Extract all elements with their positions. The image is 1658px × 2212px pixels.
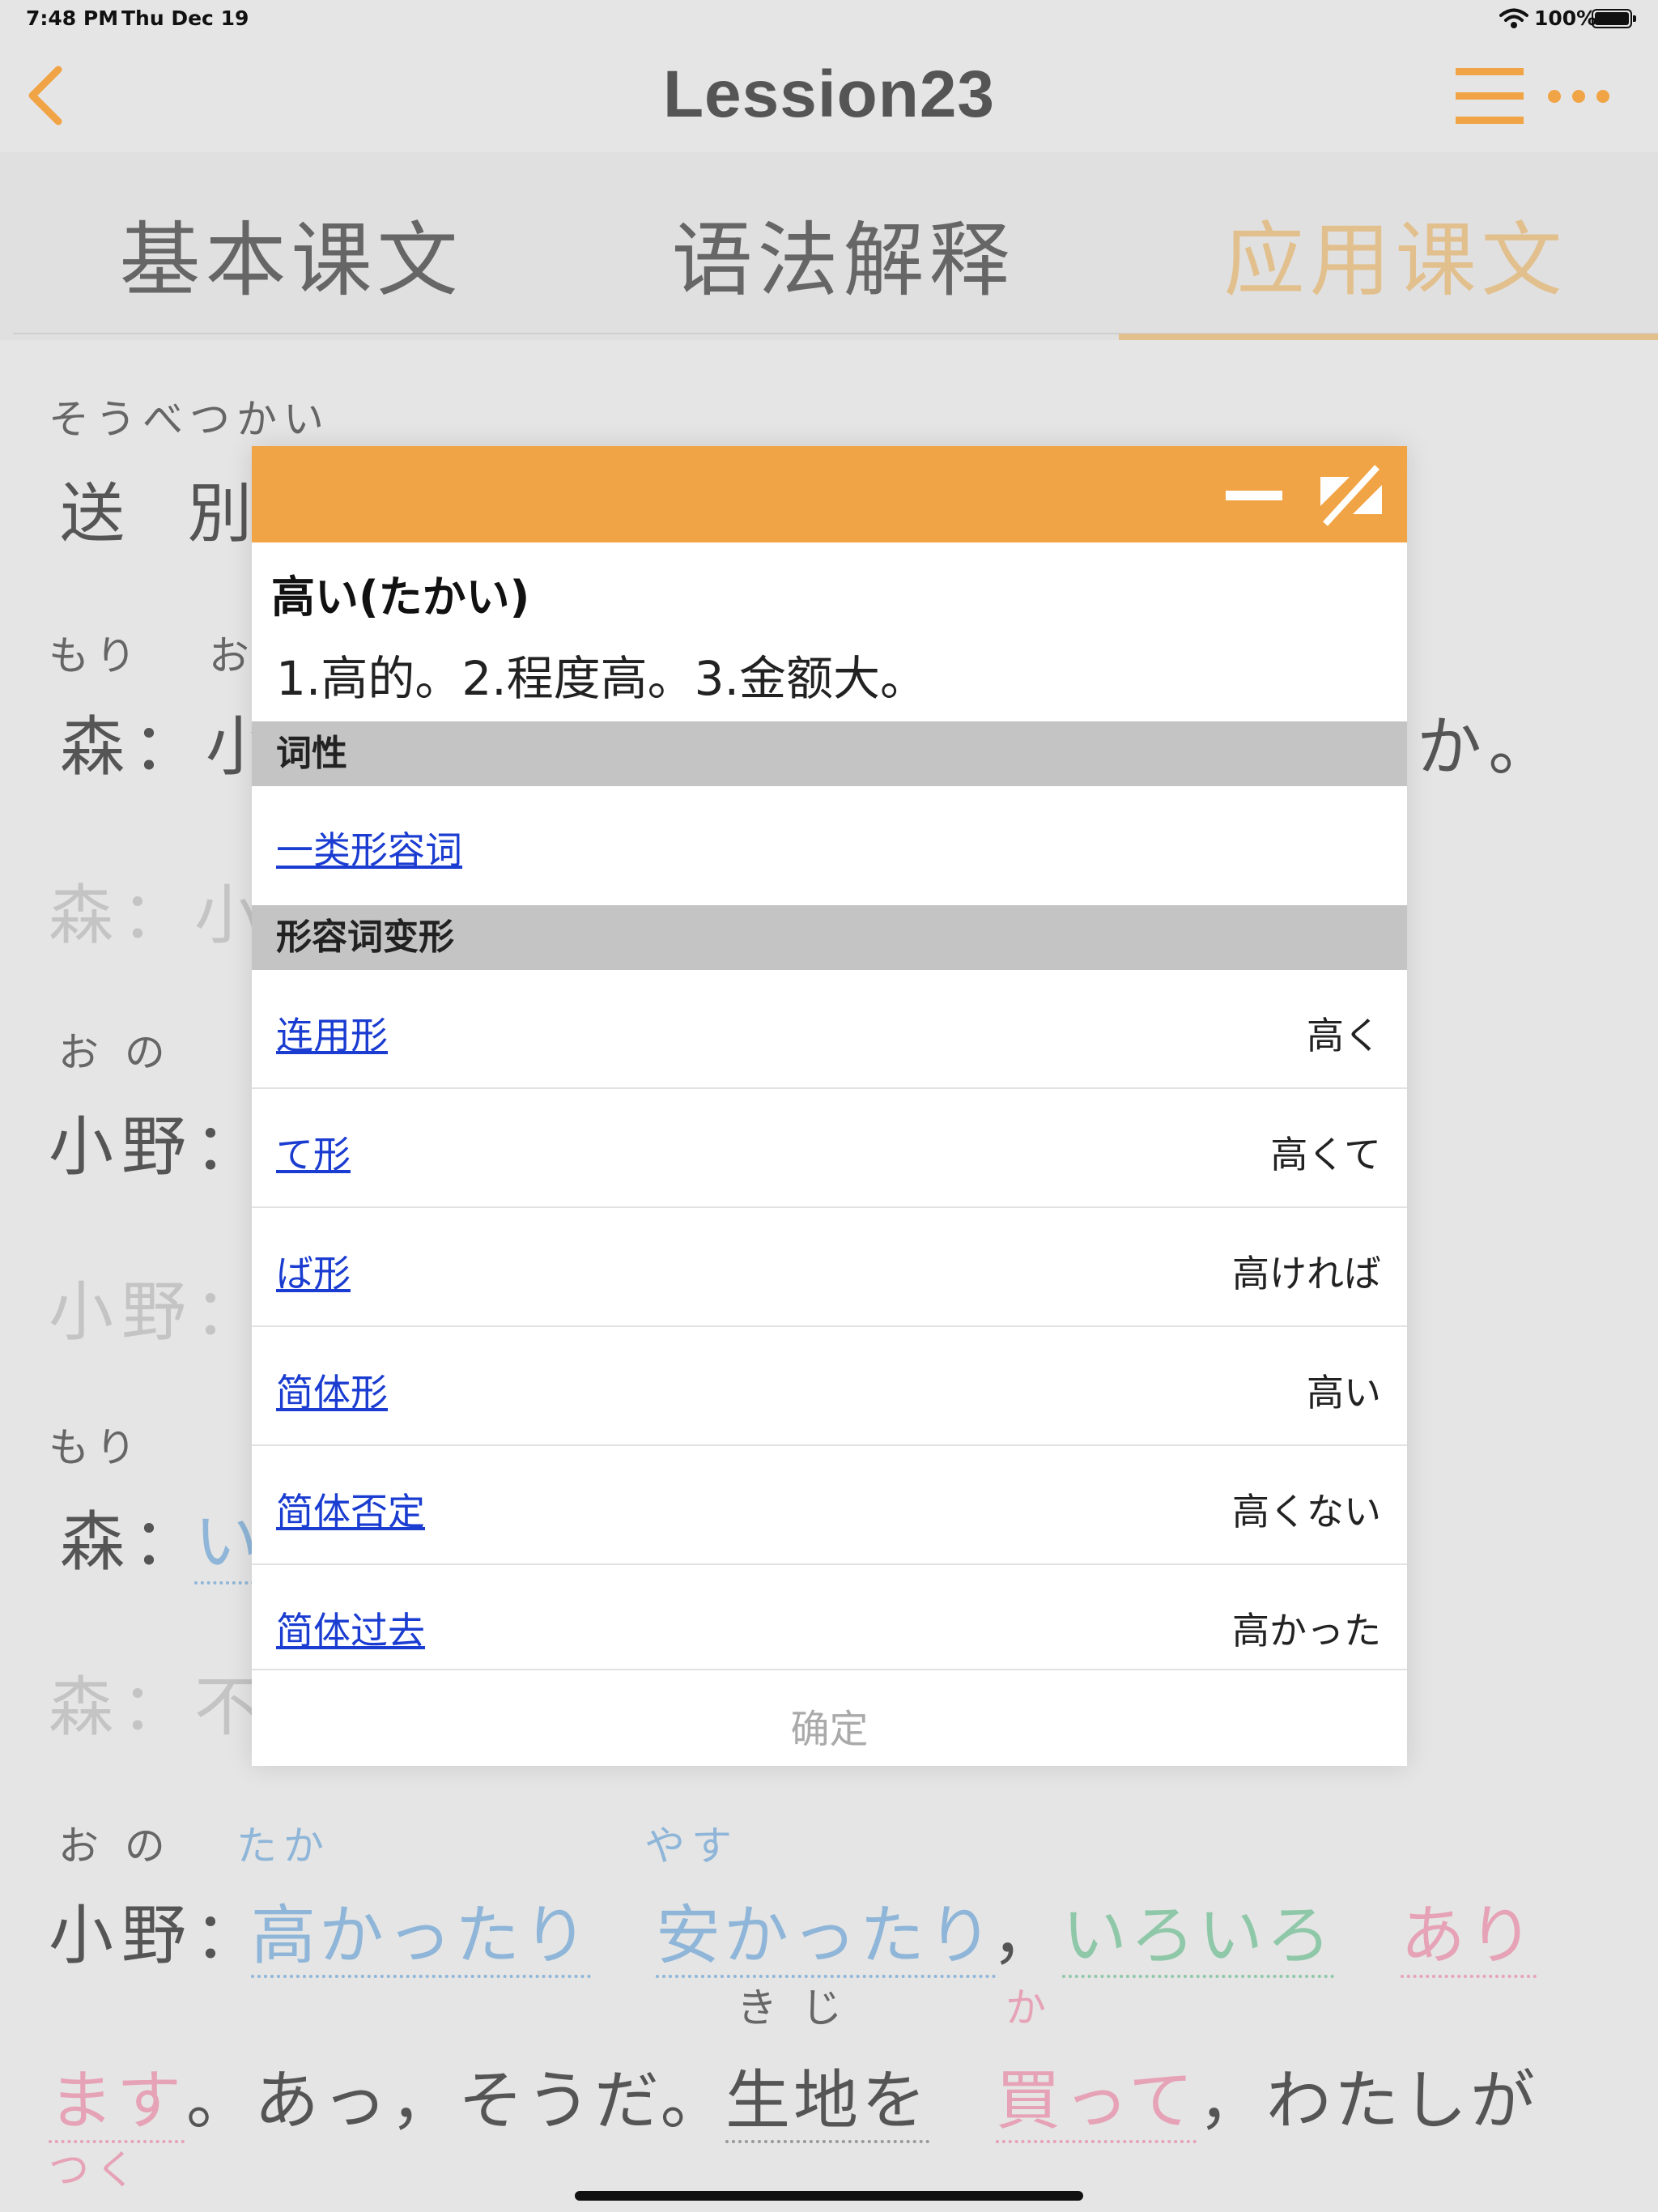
dialog-line-tail: か。 [1417, 709, 1562, 785]
dialog-ruby: お の [58, 1029, 172, 1076]
status-date: Thu Dec 19 [121, 6, 249, 30]
lesson-word-masu[interactable]: ます [49, 2063, 185, 2143]
battery-percent: 100% [1534, 6, 1597, 30]
conjugation-value: 高かった [1232, 1609, 1381, 1653]
word-ruby: きじ [737, 1984, 866, 2031]
lesson-word-kiji[interactable]: 生地を [725, 2063, 929, 2143]
dialog-ruby: もり [49, 1424, 142, 1471]
dialog-translation: 森：小 [49, 878, 267, 953]
word-meaning: 1.高的。2.程度高。3.金额大。 [276, 651, 928, 706]
dialog-translation: 小野： [49, 1274, 267, 1350]
conjugation-row: 简体否定 高くない [252, 1446, 1407, 1565]
section-part-of-speech: 词性 [252, 721, 1407, 786]
lesson-word-ari[interactable]: あり [1401, 1898, 1537, 1978]
section-conjugation: 形容词变形 [252, 905, 1407, 970]
dialog-speaker: 小野： [49, 1898, 267, 1973]
lesson-word-takakattari[interactable]: 高かったり [251, 1898, 591, 1978]
dialog-ruby: もり お [49, 632, 256, 679]
conjugation-label-link[interactable]: 简体形 [276, 1363, 388, 1417]
conjugation-label-link[interactable]: 简体否定 [276, 1482, 425, 1536]
battery-icon [1592, 9, 1636, 28]
dialog-ruby: お の [58, 1823, 172, 1870]
lesson-word-yasukattari[interactable]: 安かったり [656, 1898, 996, 1978]
lesson-word-iroiro[interactable]: いろいろ [1062, 1898, 1334, 1978]
dialog-text: ，わたしが [1198, 2063, 1538, 2138]
conjugation-label-link[interactable]: て形 [276, 1125, 351, 1179]
tab-bar: 基本课文 语法解释 应用课文 [0, 152, 1658, 340]
word-ruby: つく [49, 2146, 142, 2193]
wifi-icon [1499, 8, 1528, 28]
status-bar: 7:48 PM Thu Dec 19 100% [0, 0, 1658, 39]
dialog-line: 森： [60, 1504, 206, 1580]
conjugation-value: 高くない [1232, 1490, 1381, 1534]
conjugation-value: 高い [1307, 1371, 1381, 1414]
hamburger-menu-icon[interactable] [1452, 63, 1527, 128]
dialog-line: 森：小 [60, 709, 278, 785]
dictionary-popup: 高い(たかい) 1.高的。2.程度高。3.金额大。 词性 一类形容词 形容词变形… [252, 446, 1407, 1766]
title-ruby: そうべつかい [49, 396, 330, 443]
home-indicator[interactable] [575, 2191, 1083, 2201]
nav-bar: Lession23 [0, 39, 1658, 152]
conjugation-value: 高くて [1270, 1133, 1381, 1176]
tab-applied-text[interactable]: 应用课文 [1119, 194, 1658, 312]
minimize-icon[interactable] [1226, 491, 1282, 500]
conjugation-row: ば形 高ければ [252, 1208, 1407, 1327]
tab-basic-text[interactable]: 基本课文 [15, 194, 568, 312]
conjugation-label-link[interactable]: ば形 [276, 1244, 351, 1298]
expand-icon[interactable] [1317, 464, 1385, 527]
conjugation-label-link[interactable]: 连用形 [276, 1006, 388, 1060]
popup-header [252, 446, 1407, 542]
page-title: Lession23 [662, 57, 996, 131]
lesson-title: 送 別 [60, 476, 274, 551]
dialog-translation: 森：不 [49, 1670, 267, 1745]
tab-active-indicator [1119, 334, 1658, 340]
word-title: 高い(たかい) [271, 572, 530, 623]
conjugation-row: 连用形 高く [252, 970, 1407, 1089]
dialog-line: 小野： [49, 1109, 267, 1185]
confirm-button[interactable]: 确定 [252, 1693, 1407, 1766]
conjugation-value: 高ければ [1232, 1252, 1381, 1295]
punctuation: ， [992, 1898, 1065, 1973]
conjugation-row: 简体过去 高かった [252, 1565, 1407, 1670]
conjugation-value: 高く [1307, 1014, 1381, 1057]
dialog-text: 。あっ，そうだ。 [186, 2063, 729, 2138]
status-time: 7:48 PM [26, 6, 119, 30]
lesson-word-katte[interactable]: 買って [996, 2063, 1197, 2143]
word-ruby: やす [644, 1823, 738, 1870]
conjugation-row: て形 高くて [252, 1089, 1407, 1208]
conjugation-label-link[interactable]: 简体过去 [276, 1602, 425, 1655]
word-ruby: か [1005, 1984, 1052, 2031]
word-ruby: たか [236, 1823, 330, 1870]
conjugation-row: 简体形 高い [252, 1327, 1407, 1446]
part-of-speech-link[interactable]: 一类形容词 [276, 821, 462, 874]
more-dots-icon[interactable] [1546, 84, 1611, 108]
tab-grammar[interactable]: 语法解释 [567, 194, 1120, 312]
